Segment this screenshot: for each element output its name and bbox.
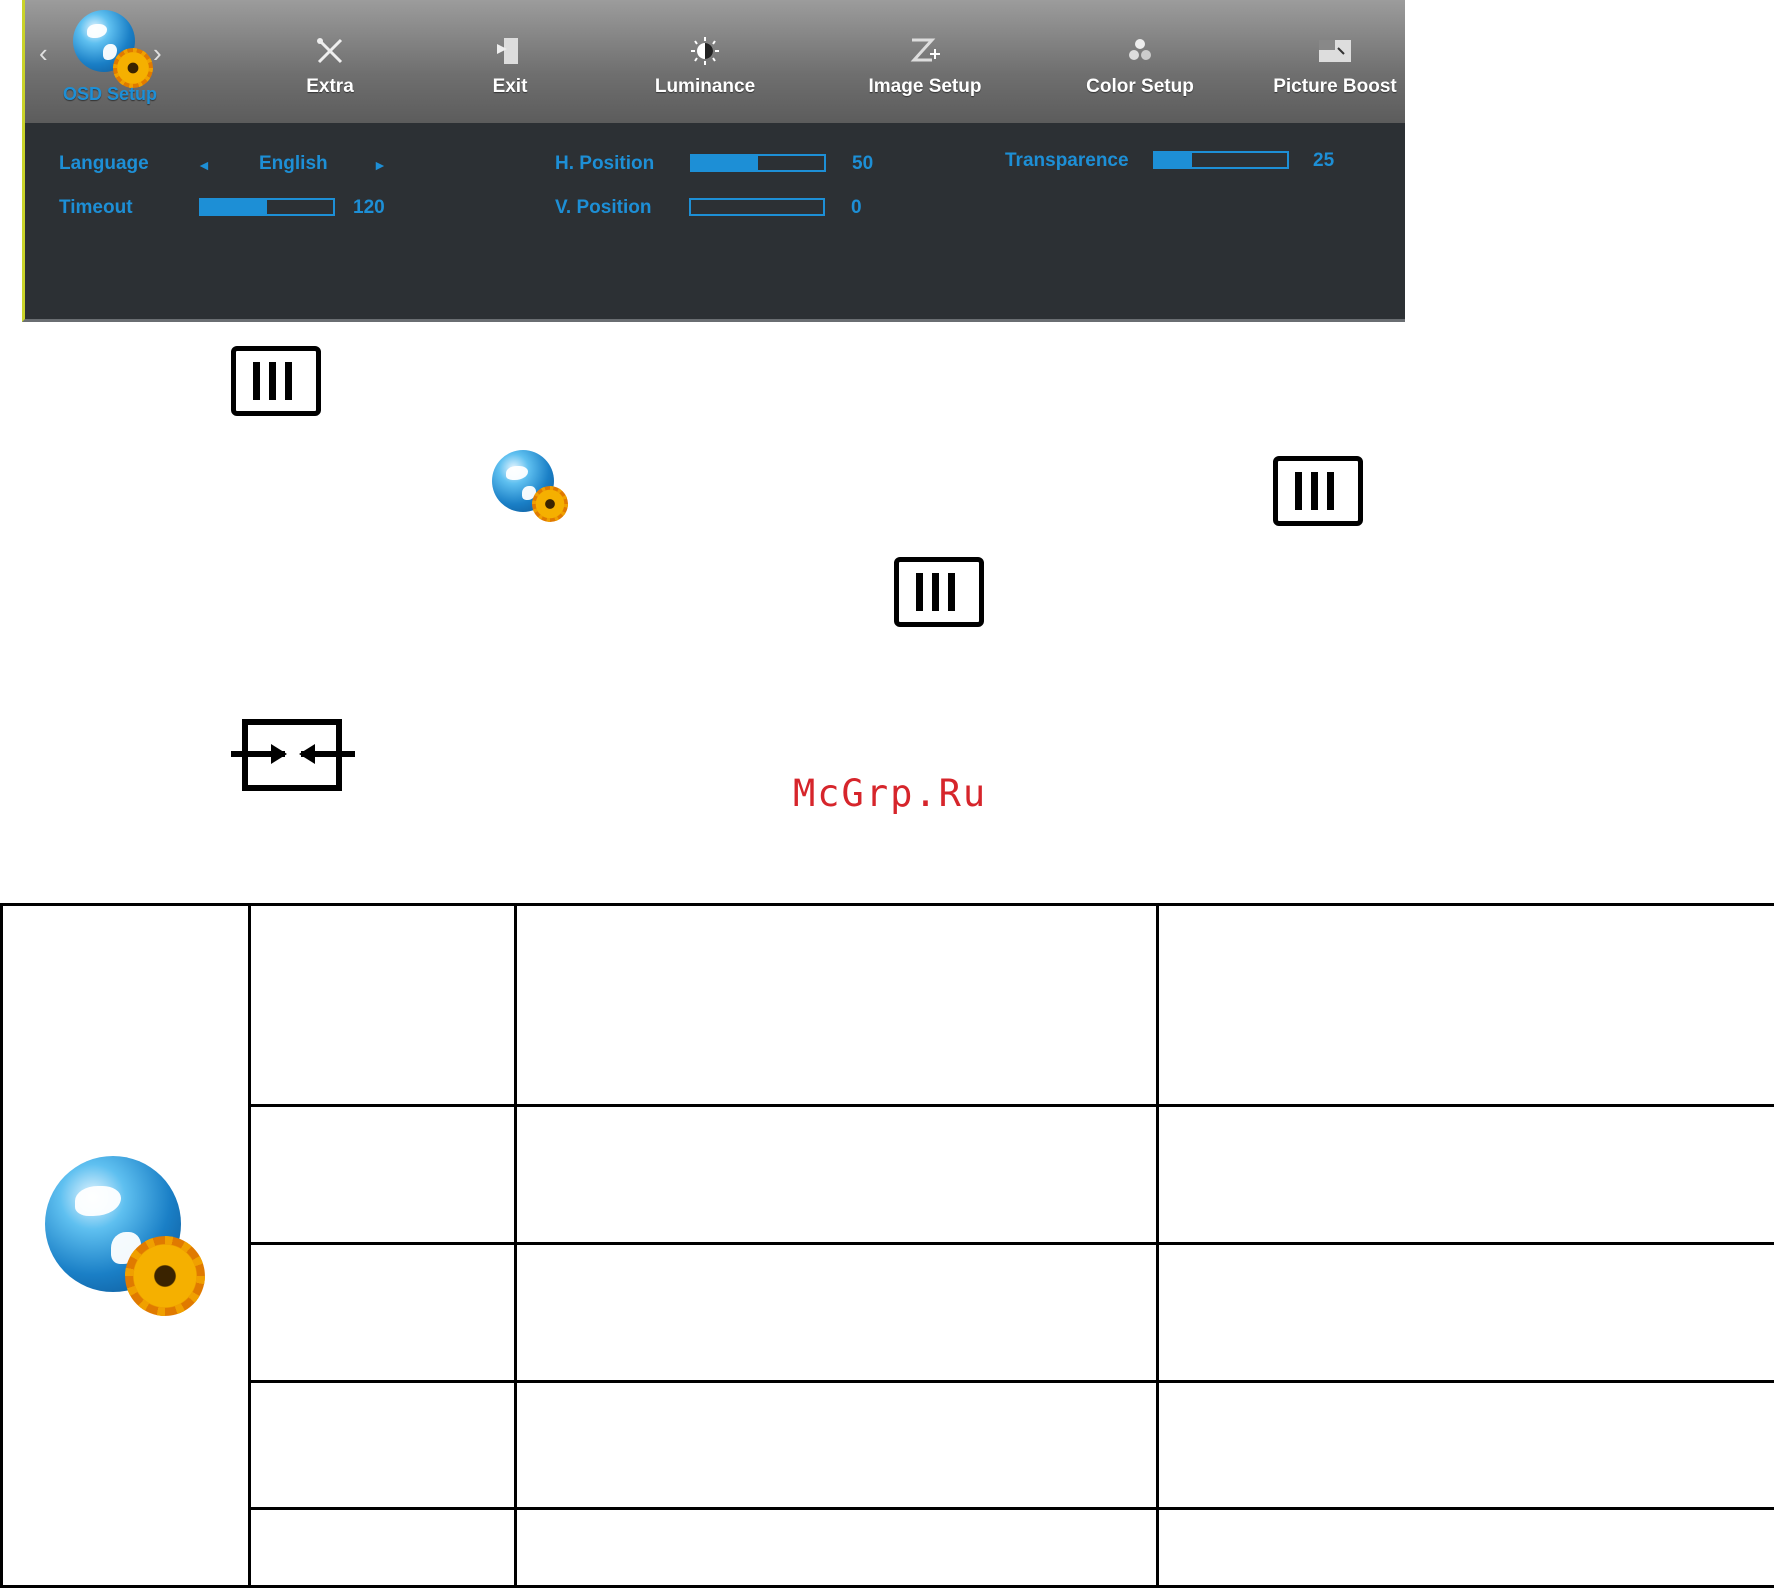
v-position-value: 0 xyxy=(851,197,862,218)
slider-fill xyxy=(1155,153,1192,167)
table-cell xyxy=(514,903,1159,1107)
menu-button-icon xyxy=(894,557,984,627)
h-position-value: 50 xyxy=(852,153,874,174)
language-prev-arrow[interactable]: ◄ xyxy=(197,157,211,173)
table-cell xyxy=(248,1242,517,1383)
table-cell xyxy=(1156,1507,1774,1588)
table-cell xyxy=(248,1380,517,1510)
table-cell xyxy=(1156,1380,1774,1510)
extra-tools-icon xyxy=(317,38,343,64)
table-cell xyxy=(248,1104,517,1245)
table-cell xyxy=(248,1507,517,1588)
h-position-slider[interactable] xyxy=(690,154,826,172)
osd-tab-bar: ‹ › OSD Setup Extra Exit Luminance Image… xyxy=(25,0,1405,123)
menu-button-icon xyxy=(1273,456,1363,526)
tab-label: Luminance xyxy=(654,76,756,97)
timeout-value: 120 xyxy=(353,197,385,218)
tab-label: OSD Setup xyxy=(62,84,157,104)
slider-fill xyxy=(201,200,267,214)
image-setup-icon xyxy=(910,38,940,62)
table-cell xyxy=(514,1380,1159,1510)
osd-setup-icon xyxy=(67,4,157,90)
transparence-slider[interactable] xyxy=(1153,151,1289,169)
transparence-value: 25 xyxy=(1313,150,1335,171)
watermark: McGrp.Ru xyxy=(793,772,988,815)
tab-label: Picture Boost xyxy=(1273,76,1397,97)
table-cell xyxy=(1156,1104,1774,1245)
v-position-slider[interactable] xyxy=(689,198,825,216)
osd-setup-icon xyxy=(490,448,570,524)
luminance-sun-icon xyxy=(691,37,719,65)
slider-fill xyxy=(692,156,758,170)
tab-luminance[interactable]: Luminance xyxy=(625,0,785,123)
tab-label: Exit xyxy=(492,76,528,97)
language-next-arrow[interactable]: ► xyxy=(373,157,387,173)
table-cell xyxy=(514,1104,1159,1245)
osd-menu-panel: ‹ › OSD Setup Extra Exit Luminance Image… xyxy=(22,0,1405,322)
color-setup-icon xyxy=(1129,39,1151,60)
tab-color-setup[interactable]: Color Setup xyxy=(1055,0,1225,123)
tab-osd-setup[interactable]: OSD Setup xyxy=(35,0,185,123)
tab-exit[interactable]: Exit xyxy=(445,0,575,123)
table-icon-cell xyxy=(0,903,251,1588)
tab-label: Extra xyxy=(306,76,354,97)
timeout-label: Timeout xyxy=(59,197,133,218)
table-cell xyxy=(514,1507,1159,1588)
timeout-slider[interactable] xyxy=(199,198,335,216)
table-row xyxy=(2,1242,1774,1383)
language-value[interactable]: English xyxy=(259,153,328,175)
tab-label: Color Setup xyxy=(1086,76,1194,97)
menu-button-icon xyxy=(231,346,321,416)
table-cell xyxy=(1156,903,1774,1107)
auto-button-icon xyxy=(231,719,355,791)
tab-image-setup[interactable]: Image Setup xyxy=(835,0,1015,123)
tab-picture-boost[interactable]: Picture Boost xyxy=(1265,0,1405,123)
osd-setup-table xyxy=(0,903,1774,1588)
table-cell xyxy=(1156,1242,1774,1383)
table-row xyxy=(2,1507,1774,1588)
table-row xyxy=(0,903,1774,1588)
h-position-label: H. Position xyxy=(555,153,655,174)
table-row xyxy=(2,1380,1774,1510)
table-row xyxy=(2,1104,1774,1245)
exit-door-icon xyxy=(497,38,518,64)
v-position-label: V. Position xyxy=(555,197,652,218)
osd-setup-icon xyxy=(41,1152,211,1316)
tab-extra[interactable]: Extra xyxy=(261,0,399,123)
table-cell xyxy=(248,903,517,1107)
tab-label: Image Setup xyxy=(868,76,982,97)
language-label: Language xyxy=(59,153,149,174)
table-cell xyxy=(514,1242,1159,1383)
transparence-label: Transparence xyxy=(1005,150,1129,171)
picture-boost-icon xyxy=(1319,40,1351,62)
